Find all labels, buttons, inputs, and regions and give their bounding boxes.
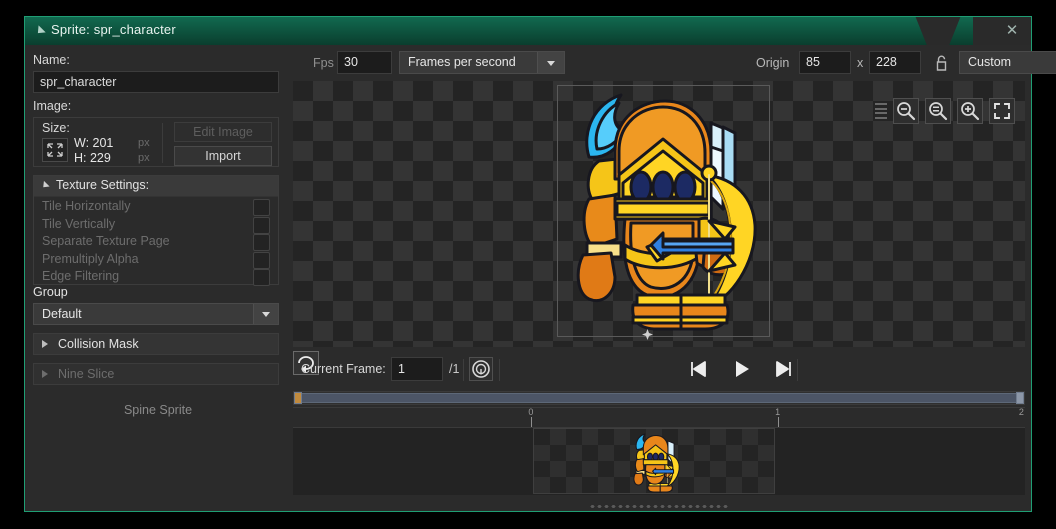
fps-mode-select[interactable]: Frames per second xyxy=(399,51,565,74)
texture-option-label: Separate Texture Page xyxy=(42,234,170,248)
frame-sprite-image xyxy=(633,433,680,493)
width-unit-label: px xyxy=(138,137,150,149)
edit-image-button[interactable]: Edit Image xyxy=(174,122,272,142)
current-frame-label: Current Frame: xyxy=(301,362,386,376)
texture-option-row: Tile Vertically xyxy=(34,216,278,235)
chevron-down-icon xyxy=(40,180,50,191)
name-label: Name: xyxy=(33,53,70,67)
texture-option-row: Tile Horizontally xyxy=(34,198,278,217)
timeline-range-start-handle[interactable] xyxy=(294,392,302,404)
timeline-scroll-thumb[interactable] xyxy=(296,393,1022,403)
skip-previous-icon[interactable] xyxy=(685,357,713,381)
texture-option-checkbox[interactable] xyxy=(253,251,270,269)
editor-area: Fps 30 Frames per second Origin 85 x 228 xyxy=(291,45,1056,511)
timeline-tick-label: 1 xyxy=(775,407,781,417)
sprite-toolbar: Fps 30 Frames per second Origin 85 x 228 xyxy=(291,45,1056,81)
origin-label: Origin xyxy=(756,56,790,70)
size-label: Size: xyxy=(42,121,70,135)
timeline-ruler[interactable]: 0 1 2 xyxy=(293,407,1025,428)
zoom-reset-icon[interactable] xyxy=(925,98,951,124)
collision-mask-label: Collision Mask xyxy=(58,337,139,351)
texture-settings-header[interactable]: Texture Settings: xyxy=(34,176,278,197)
timeline-range-end-handle[interactable] xyxy=(1016,392,1024,404)
origin-marker-icon xyxy=(642,329,653,340)
window-body: Name: spr_character Image: Size: W: 201 … xyxy=(25,45,1056,511)
import-button[interactable]: Import xyxy=(174,146,272,166)
chevron-down-icon xyxy=(253,304,278,324)
total-frames-label: /1 xyxy=(449,362,460,376)
texture-option-label: Premultiply Alpha xyxy=(42,251,139,266)
divider xyxy=(463,359,464,381)
chevron-right-icon xyxy=(42,340,48,348)
fit-to-screen-icon[interactable] xyxy=(989,98,1015,124)
timeline-scrollbar[interactable] xyxy=(293,391,1025,405)
resize-icon[interactable] xyxy=(42,138,68,162)
current-frame-input[interactable]: 1 xyxy=(391,357,443,381)
play-icon[interactable] xyxy=(727,357,755,381)
timeline: 0 1 2 xyxy=(293,389,1025,428)
texture-settings-panel: Texture Settings: Tile Horizontally Tile … xyxy=(33,175,279,287)
frames-strip[interactable] xyxy=(293,427,1025,497)
fps-label: Fps xyxy=(313,56,334,70)
texture-option-label: Edge Filtering xyxy=(42,269,120,283)
fps-mode-value: Frames per second xyxy=(408,55,516,69)
group-label: Group xyxy=(33,285,68,299)
texture-option-label: Tile Horizontally xyxy=(42,199,131,213)
zoom-in-icon[interactable] xyxy=(957,98,983,124)
divider xyxy=(162,123,163,163)
texture-option-label: Tile Vertically xyxy=(42,216,116,231)
origin-y-input[interactable]: 228 xyxy=(869,51,921,74)
texture-option-checkbox[interactable] xyxy=(253,199,270,216)
nine-slice-label: Nine Slice xyxy=(58,367,115,381)
divider xyxy=(797,359,798,381)
nine-slice-section[interactable]: Nine Slice xyxy=(33,363,279,385)
properties-panel: Name: spr_character Image: Size: W: 201 … xyxy=(25,45,291,511)
playback-bar: Current Frame: 1 /1 xyxy=(293,351,1025,389)
chevron-down-icon xyxy=(537,52,564,73)
frame-thumbnail[interactable] xyxy=(533,428,775,494)
texture-option-checkbox[interactable] xyxy=(253,216,270,234)
spine-sprite-label: Spine Sprite xyxy=(123,403,193,417)
resize-grip[interactable] xyxy=(589,504,729,509)
texture-group-select[interactable]: Default xyxy=(33,303,279,325)
texture-option-row: Separate Texture Page xyxy=(34,233,278,252)
timeline-tick-label: 0 xyxy=(528,407,534,417)
chevron-right-icon xyxy=(42,370,48,378)
sprite-name-input[interactable]: spr_character xyxy=(33,71,279,93)
texture-option-row: Edge Filtering xyxy=(34,268,278,287)
drag-handle-icon[interactable] xyxy=(875,103,887,119)
height-unit-label: px xyxy=(138,152,150,164)
sprite-width-value: W: 201 xyxy=(74,136,114,150)
fps-input[interactable]: 30 xyxy=(337,51,392,74)
sprite-canvas[interactable] xyxy=(293,81,1025,347)
sprite-height-value: H: 229 xyxy=(74,151,111,165)
texture-settings-title: Texture Settings: xyxy=(56,178,150,192)
texture-option-checkbox[interactable] xyxy=(253,269,270,286)
window-titlebar[interactable]: Sprite: spr_character ✕ xyxy=(25,17,1031,45)
origin-preset-value: Custom xyxy=(968,55,1012,69)
onion-skin-icon[interactable] xyxy=(469,357,493,381)
window-title: Sprite: spr_character xyxy=(51,22,176,37)
timeline-tick-label: 2 xyxy=(1018,407,1024,417)
lock-icon[interactable] xyxy=(931,52,951,73)
sprite-editor-window: Sprite: spr_character ✕ Name: spr_charac… xyxy=(24,16,1056,512)
sprite-image xyxy=(576,93,757,331)
texture-option-checkbox[interactable] xyxy=(253,234,270,251)
origin-separator: x xyxy=(857,56,864,70)
divider xyxy=(499,359,500,381)
zoom-toolbar xyxy=(875,97,1015,125)
image-label: Image: xyxy=(33,99,72,113)
texture-option-row: Premultiply Alpha xyxy=(34,251,278,270)
skip-next-icon[interactable] xyxy=(769,357,797,381)
status-bar xyxy=(293,495,1025,511)
origin-x-input[interactable]: 85 xyxy=(799,51,851,74)
zoom-out-icon[interactable] xyxy=(893,98,919,124)
collision-mask-section[interactable]: Collision Mask xyxy=(33,333,279,355)
close-icon[interactable]: ✕ xyxy=(1001,21,1023,41)
texture-group-value: Default xyxy=(42,307,82,321)
origin-preset-select[interactable]: Custom xyxy=(959,51,1056,74)
image-size-box: Size: W: 201 H: 229 px px Edit Image Imp… xyxy=(33,117,279,167)
